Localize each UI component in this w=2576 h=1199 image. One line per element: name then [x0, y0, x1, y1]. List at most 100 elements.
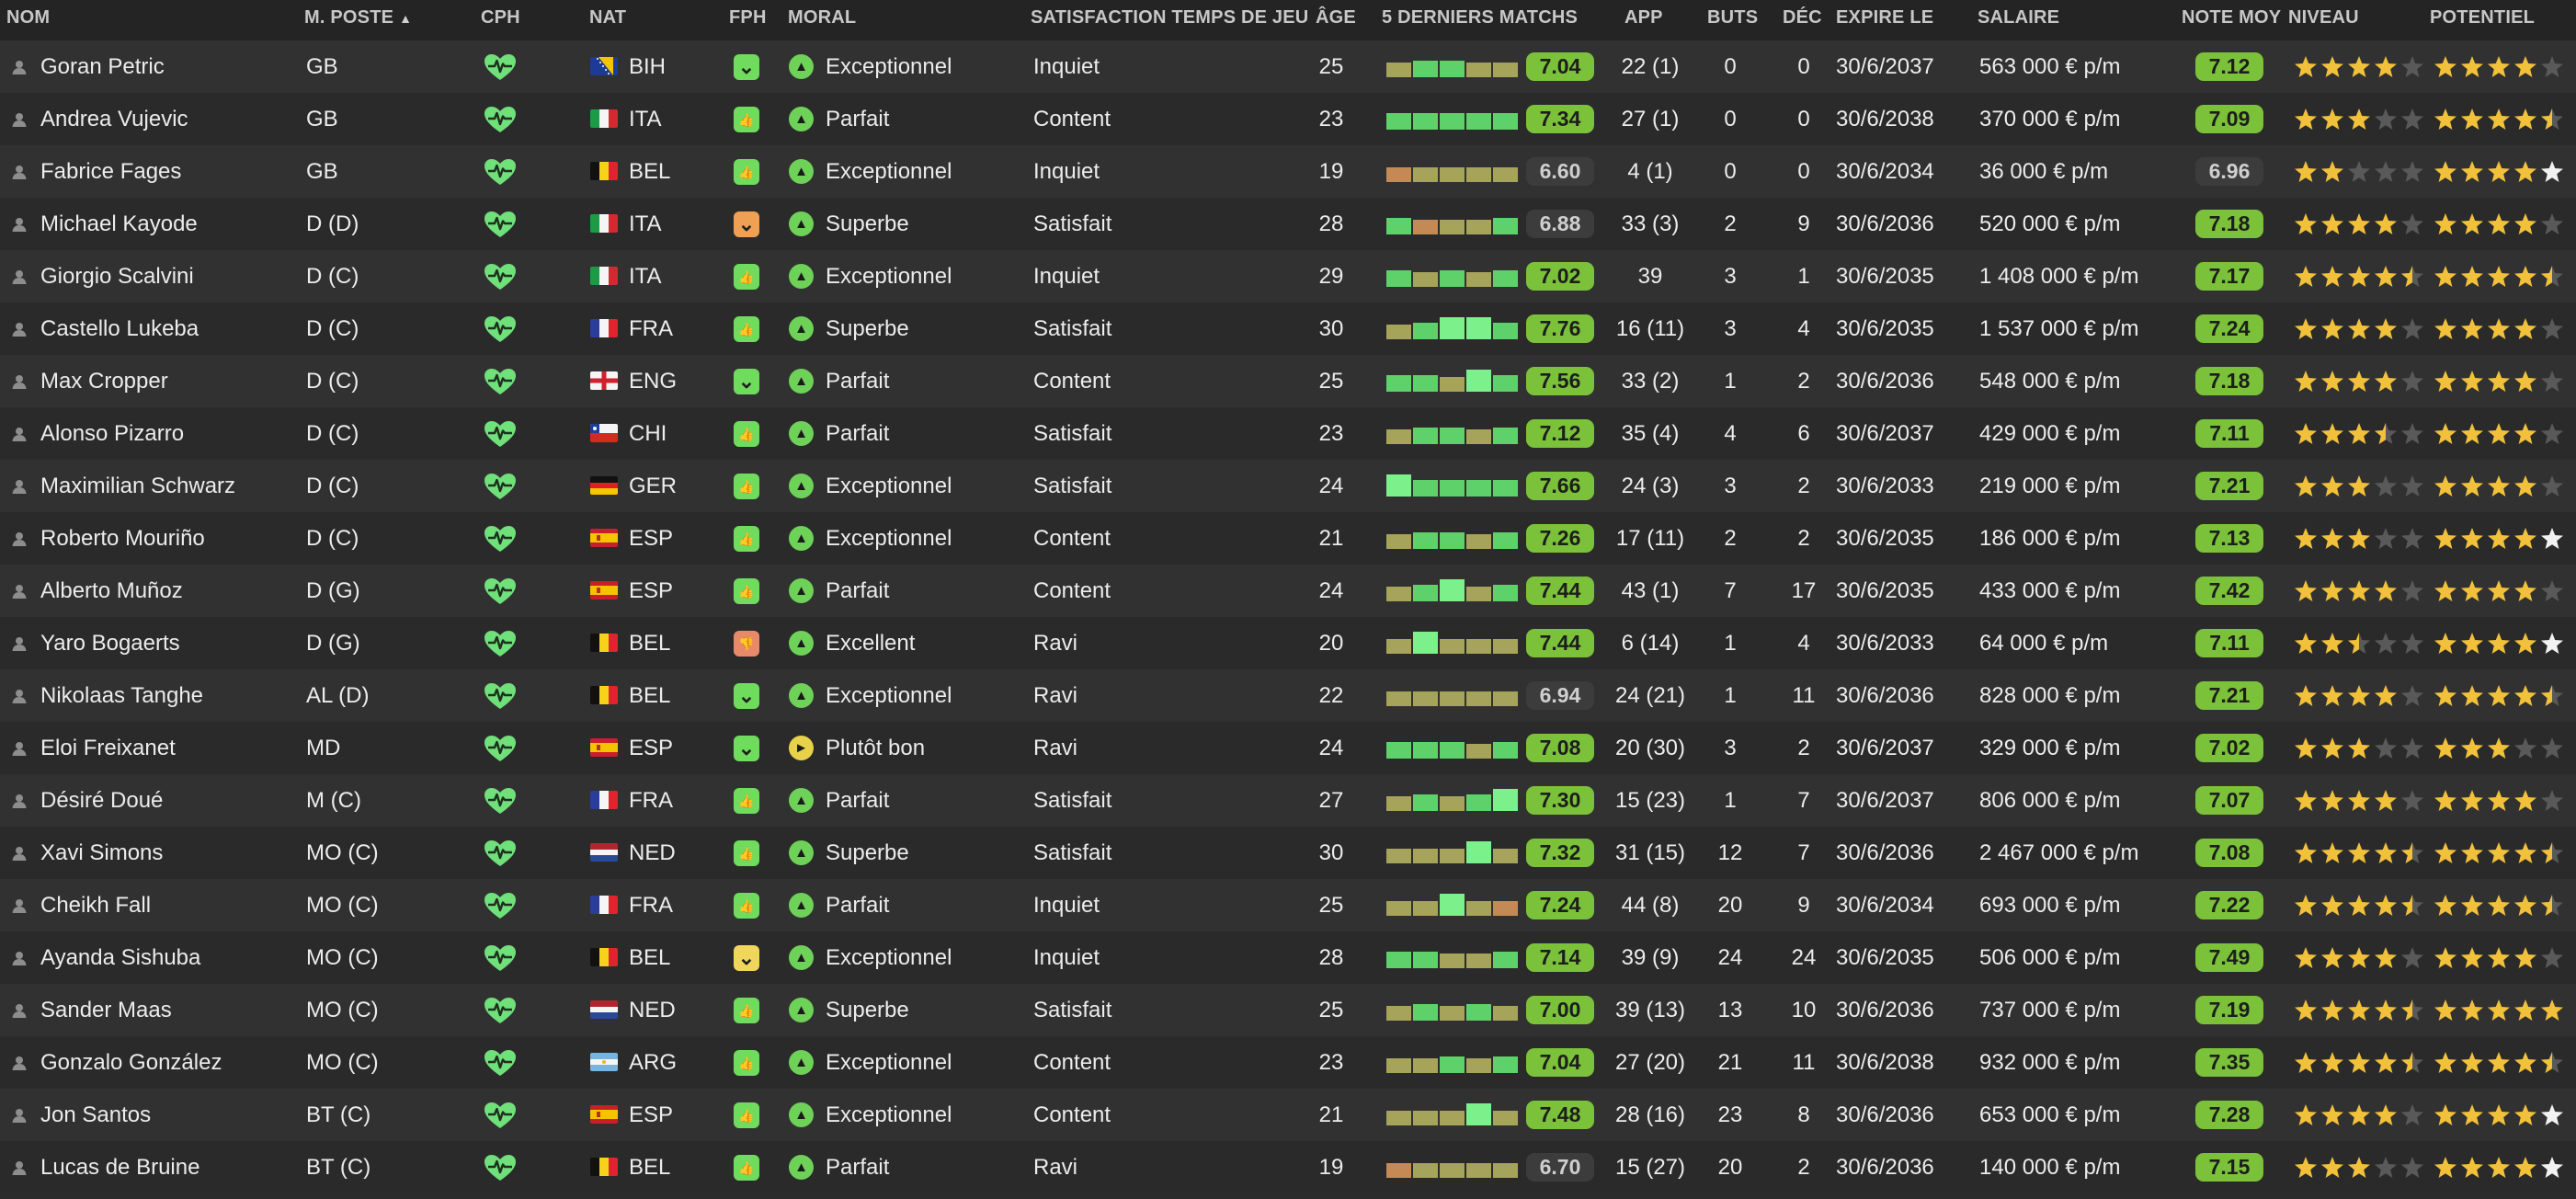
average-rating-badge: 7.49 [2195, 943, 2263, 972]
table-row[interactable]: Roberto Mouriño D (C) ESP 👍 ▲ Exceptionnel Con… [0, 512, 2576, 565]
table-row[interactable]: Alberto Muñoz D (G) ESP 👍 ▲ Parfait Content 24 7… [0, 565, 2576, 617]
assists: 8 [1797, 1102, 1810, 1127]
player-name[interactable]: Alonso Pizarro [40, 407, 184, 460]
contract-expiry: 30/6/2035 [1836, 264, 1934, 289]
player-name[interactable]: Nikolaas Tanghe [40, 669, 203, 722]
last5-rating-badge: 7.30 [1526, 786, 1594, 815]
salary: 370 000 € p/m [1979, 107, 2121, 131]
table-row[interactable]: Lucas de Bruine BT (C) BEL 👍 ▲ Parfait Ravi 19 6… [0, 1141, 2576, 1193]
form-bar [1386, 1111, 1411, 1125]
flag-ned-icon [590, 1000, 618, 1019]
table-row[interactable]: Gonzalo González MO (C) ARG 👍 ▲ Exceptionnel C… [0, 1036, 2576, 1089]
player-position: D (G) [306, 578, 360, 603]
table-row[interactable]: Alonso Pizarro D (C) CHI 👍 ▲ Parfait Satisfait… [0, 407, 2576, 460]
player-name[interactable]: Xavi Simons [40, 827, 163, 879]
contract-expiry: 30/6/2036 [1836, 998, 1934, 1022]
player-name[interactable]: Alberto Muñoz [40, 565, 183, 617]
table-row[interactable]: Michael Kayode D (D) ITA ⌄ ▲ Superbe Satisfait… [0, 198, 2576, 250]
form-bar [1386, 218, 1411, 234]
col-header-satisfaction[interactable]: SATISFACTION TEMPS DE JEU [1031, 0, 1308, 35]
chevron-down-icon: ⌄ [734, 54, 759, 80]
heart-rate-icon [483, 157, 518, 187]
table-row[interactable]: Fabrice Fages GB BEL 👍 ▲ Exceptionnel Inquiet 1… [0, 145, 2576, 198]
player-name[interactable]: Jon Santos [40, 1089, 151, 1141]
form-bar [1466, 317, 1491, 339]
player-name[interactable]: Désiré Doué [40, 774, 163, 827]
form-bar [1493, 901, 1518, 916]
player-name[interactable]: Maximilian Schwarz [40, 460, 235, 512]
heart-rate-icon [483, 943, 518, 973]
table-row[interactable]: Xavi Simons MO (C) NED 👍 ▲ Superbe Satisfait 30… [0, 827, 2576, 879]
table-row[interactable]: Castello Lukeba D (C) FRA 👍 ▲ Superbe Satisfai… [0, 303, 2576, 355]
col-header-note[interactable]: NOTE MOY [2182, 0, 2281, 35]
table-row[interactable]: Andrea Vujevic GB ITA 👍 ▲ Parfait Content 23 7.3… [0, 93, 2576, 145]
moral-value: Exceptionnel [826, 264, 952, 289]
form-bar [1440, 167, 1465, 182]
last5-rating-badge: 7.24 [1526, 891, 1594, 919]
col-header-form[interactable]: 5 DERNIERS MATCHS [1382, 0, 1578, 35]
table-row[interactable]: Désiré Doué M (C) FRA 👍 ▲ Parfait Satisfait 27 7… [0, 774, 2576, 827]
player-name[interactable]: Eloi Freixanet [40, 722, 176, 774]
player-name[interactable]: Cheikh Fall [40, 879, 151, 931]
nationality-code: ESP [629, 578, 674, 603]
goals: 4 [1724, 421, 1737, 446]
col-header-salaire[interactable]: SALAIRE [1978, 0, 2059, 35]
col-header-dec[interactable]: DÉC [1783, 0, 1822, 35]
col-header-app[interactable]: APP [1624, 0, 1663, 35]
player-name[interactable]: Ayanda Sishuba [40, 931, 200, 984]
col-header-nom[interactable]: NOM [6, 0, 50, 35]
player-name[interactable]: Goran Petric [40, 40, 165, 93]
player-name[interactable]: Andrea Vujevic [40, 93, 188, 145]
table-row[interactable]: Maximilian Schwarz D (C) GER 👍 ▲ Exceptionnel… [0, 460, 2576, 512]
person-icon [11, 1055, 28, 1071]
moral-value: Exceptionnel [826, 1050, 952, 1075]
moral-arrow-right-icon: ► [789, 736, 814, 760]
goals: 2 [1724, 211, 1737, 236]
player-name[interactable]: Giorgio Scalvini [40, 250, 194, 303]
player-name[interactable]: Michael Kayode [40, 198, 198, 250]
table-row[interactable]: Ayanda Sishuba MO (C) BEL ⌄ ▲ Exceptionnel Inq… [0, 931, 2576, 984]
col-header-fph[interactable]: FPH [729, 0, 767, 35]
table-row[interactable]: Giorgio Scalvini D (C) ITA 👍 ▲ Exceptionnel In… [0, 250, 2576, 303]
flag-ita-icon [590, 214, 618, 233]
table-row[interactable]: Nikolaas Tanghe AL (D) BEL ⌄ ▲ Exceptionnel Ra… [0, 669, 2576, 722]
form-bar [1440, 849, 1465, 863]
player-name[interactable]: Castello Lukeba [40, 303, 199, 355]
col-header-poste[interactable]: M. POSTE ▲ [304, 0, 412, 35]
current-ability-stars [2293, 474, 2426, 499]
player-name[interactable]: Gonzalo González [40, 1036, 222, 1089]
col-header-moral[interactable]: MORAL [788, 0, 856, 35]
col-header-cph[interactable]: CPH [481, 0, 520, 35]
person-icon [11, 950, 28, 966]
table-row[interactable]: Sander Maas MO (C) NED 👍 ▲ Superbe Satisfait 25… [0, 984, 2576, 1036]
col-header-expire[interactable]: EXPIRE LE [1836, 0, 1933, 35]
form-bar [1466, 639, 1491, 654]
heart-rate-icon [483, 367, 518, 396]
player-name[interactable]: Roberto Mouriño [40, 512, 205, 565]
thumb-up-icon: 👍 [734, 1102, 759, 1128]
assists: 9 [1797, 211, 1810, 236]
playing-time-satisfaction: Inquiet [1033, 945, 1100, 970]
player-name[interactable]: Max Cropper [40, 355, 168, 407]
table-row[interactable]: Cheikh Fall MO (C) FRA 👍 ▲ Parfait Inquiet 25 7.… [0, 879, 2576, 931]
player-name[interactable]: Lucas de Bruine [40, 1141, 199, 1193]
moral-value: Exceptionnel [826, 1102, 952, 1127]
player-name[interactable]: Yaro Bogaerts [40, 617, 180, 669]
table-row[interactable]: Yaro Bogaerts D (G) BEL 👎 ▲ Excellent Ravi 20 7.… [0, 617, 2576, 669]
col-header-buts[interactable]: BUTS [1707, 0, 1758, 35]
form-bar [1493, 167, 1518, 182]
moral-arrow-up-icon: ▲ [789, 264, 814, 289]
player-name[interactable]: Sander Maas [40, 984, 172, 1036]
last5-rating-badge: 6.70 [1526, 1153, 1594, 1182]
col-header-niveau[interactable]: NIVEAU [2288, 0, 2359, 35]
table-row[interactable]: Jon Santos BT (C) ESP 👍 ▲ Exceptionnel Content… [0, 1089, 2576, 1141]
table-row[interactable]: Goran Petric GB BIH ⌄ ▲ Exceptionnel Inquiet 25… [0, 40, 2576, 93]
table-row[interactable]: Max Cropper D (C) ENG ⌄ ▲ Parfait Content 25 7.5… [0, 355, 2576, 407]
col-header-potentiel[interactable]: POTENTIEL [2430, 0, 2535, 35]
col-header-age[interactable]: ÂGE [1316, 0, 1356, 35]
assists: 0 [1797, 54, 1810, 79]
table-row[interactable]: Eloi Freixanet MD ESP ⌄ ► Plutôt bon Ravi 24 7.0… [0, 722, 2576, 774]
player-name[interactable]: Fabrice Fages [40, 145, 181, 198]
average-rating-badge: 6.96 [2195, 157, 2263, 186]
col-header-nat[interactable]: NAT [589, 0, 626, 35]
